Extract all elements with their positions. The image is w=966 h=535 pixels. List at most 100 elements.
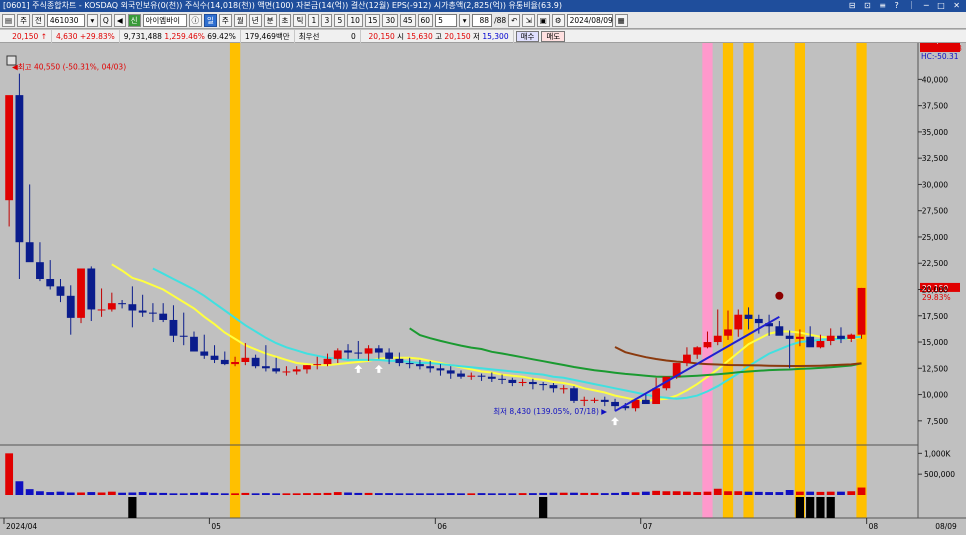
price-change: 4,630 [56,31,78,41]
x-tick-label: 05 [211,522,221,531]
candle-body [703,342,712,348]
candle-body [231,361,239,365]
candle-body [159,313,168,320]
buy-button[interactable]: 매수 [515,30,540,42]
volume-bar [5,453,14,495]
period-minute-button[interactable]: 분 [263,13,277,27]
volume-bar [724,491,732,495]
current-price: 20,150 [12,31,39,41]
date-input[interactable]: 2024/08/09 [566,13,613,27]
candle-body [498,378,506,380]
count-input[interactable]: 88 [472,13,493,27]
y-tick-label: 17,500 [922,312,948,321]
zoom-icon[interactable]: ⇲ [522,13,535,27]
low-value: 15,300 [482,31,509,41]
y-tick-label: 10,000 [922,391,948,400]
candle-body [323,358,332,365]
x-tick-label: 07 [643,522,653,531]
volume-bar [169,493,178,495]
interval-30-button[interactable]: 30 [382,13,398,27]
interval-45-button[interactable]: 45 [399,13,416,27]
best-quote-value: 0 [351,31,356,41]
candle-body [5,95,14,201]
volume-bar [190,492,198,495]
nav-prev-icon[interactable]: ◀ [113,13,126,27]
candle-body [169,319,178,336]
volume-bar [518,493,527,495]
volume-bar [508,493,517,495]
window-controls[interactable]: ⊟ ⊡ ≡ ? ｜ ─ □ ✕ [849,0,963,12]
menu-select[interactable]: 주 [17,13,30,27]
volume-bar [272,493,281,495]
save-icon[interactable]: ▣ [536,13,550,27]
undo-icon[interactable]: ↶ [508,13,521,27]
market-select[interactable]: 전 [32,13,45,27]
low-label: 저 [473,31,480,41]
menu-icon[interactable]: ▤ [2,13,16,27]
candle-body [210,355,219,360]
candle-body [806,336,815,348]
interval-15-button[interactable]: 15 [364,13,381,27]
candle-body [508,379,517,384]
interval-10-button[interactable]: 10 [347,13,363,27]
volume-bar [333,492,342,495]
stock-code-input[interactable]: 461030 [46,13,85,27]
chart-background [0,43,966,535]
candle-body [641,399,650,405]
highlight-band [743,43,754,518]
period-year-button[interactable]: 년 [248,13,262,27]
volume-bar [46,492,55,495]
volume-bar [590,492,599,495]
interval-select[interactable]: 5 [435,13,458,27]
info-icon[interactable]: ⓘ [188,13,202,27]
y-tick-label: 37,500 [922,102,948,111]
signal-bar [826,497,835,518]
period-second-button[interactable]: 초 [278,13,292,27]
y-tick-label: 22,500 [922,259,948,268]
y-tick-label: 15,000 [922,338,948,347]
calendar-icon[interactable]: ▦ [614,13,628,27]
signal-marker [775,291,784,300]
signal-bar [128,497,137,518]
volume-bar [282,493,291,495]
volume-bar [251,493,260,495]
volume-bar [261,493,270,495]
candle-body [138,310,147,313]
candle-body [549,385,558,389]
signal-bar [806,497,815,518]
gear-icon[interactable]: ⚙ [551,13,565,27]
volume-bar [138,492,147,495]
dropdown-icon[interactable]: ▾ [459,13,471,27]
candle-body [528,381,537,385]
price-chart[interactable]: ◀최고 40,550 (-50.31%, 04/03) 최저 8,430 (139… [0,43,966,535]
volume-bar [734,491,743,495]
candle-body [580,399,589,401]
period-day-button[interactable]: 일 [204,13,217,27]
y-tick-label: 7,500 [927,417,949,426]
volume-bar [652,490,661,495]
period-month-button[interactable]: 월 [233,13,247,27]
x-tick-label: 2024/04 [6,522,37,531]
volume-bar [826,491,835,495]
period-week-button[interactable]: 주 [218,13,232,27]
search-icon[interactable]: Q [99,13,112,27]
candle-body [190,336,198,352]
volume-bar [97,492,106,495]
volume-bar [118,492,127,495]
candle-body [754,318,763,324]
candle-body [241,357,250,362]
dropdown-icon[interactable]: ▾ [86,13,98,27]
interval-5-button[interactable]: 5 [334,13,346,27]
interval-1-button[interactable]: 1 [308,13,320,27]
volume-bar [611,492,619,495]
sell-button[interactable]: 매도 [541,30,566,42]
period-tick-button[interactable]: 틱 [293,13,307,27]
interval-60-button[interactable]: 60 [417,13,434,27]
volume-bar [580,492,589,495]
stock-name-field[interactable]: 아이엠바이 [142,13,187,27]
interval-3-button[interactable]: 3 [321,13,333,27]
volume-bar [795,491,804,495]
volume-bar [446,493,455,495]
candle-body [816,340,825,348]
candle-body [457,373,465,377]
